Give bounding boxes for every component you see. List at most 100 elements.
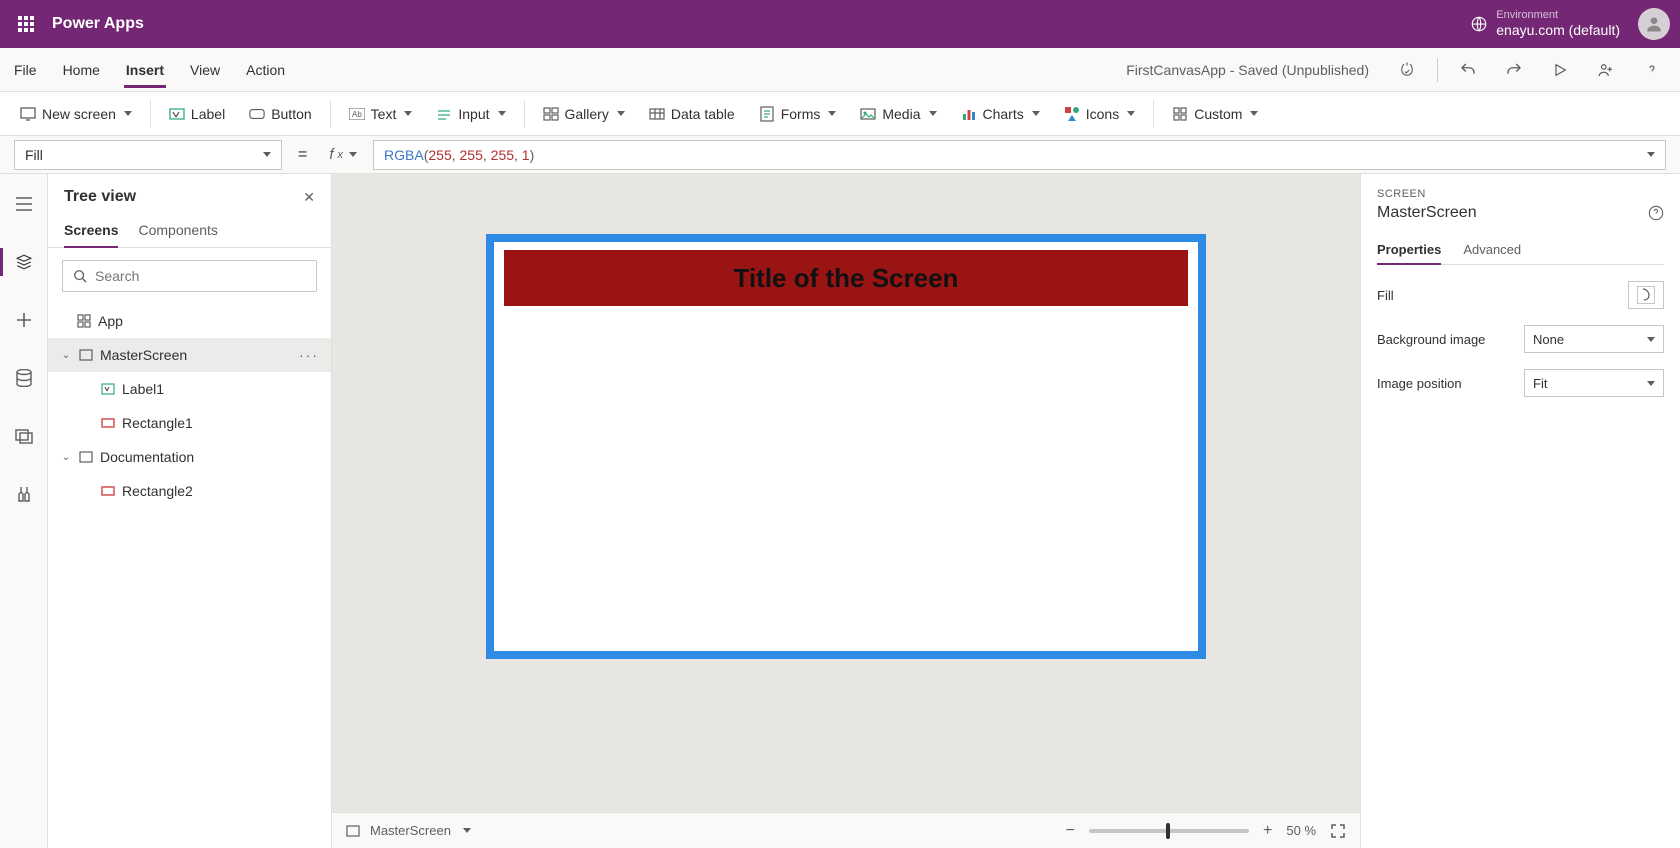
prop-bg-image-label: Background image (1377, 332, 1485, 347)
rail-tree-view-icon[interactable] (4, 242, 44, 282)
redo-icon[interactable] (1498, 54, 1530, 86)
forms-label: Forms (781, 106, 821, 122)
tab-properties[interactable]: Properties (1377, 236, 1441, 265)
screen-canvas[interactable]: Title of the Screen (486, 234, 1206, 659)
icons-button[interactable]: Icons (1054, 100, 1145, 128)
tree-item-label1[interactable]: Label1 (48, 372, 331, 406)
table-icon (649, 106, 665, 122)
rectangle-title-bar[interactable]: Title of the Screen (504, 250, 1188, 306)
chevron-down-icon[interactable] (463, 828, 471, 833)
img-position-select[interactable]: Fit (1524, 369, 1664, 397)
app-icon (76, 313, 92, 329)
left-rail (0, 174, 48, 848)
label-button[interactable]: Label (159, 100, 235, 128)
fill-color-preview (1637, 286, 1655, 304)
charts-button[interactable]: Charts (951, 100, 1050, 128)
forms-button[interactable]: Forms (749, 100, 847, 128)
prop-img-pos-label: Image position (1377, 376, 1462, 391)
formula-input[interactable]: RGBA(255, 255, 255, 1) (373, 140, 1666, 170)
play-icon[interactable] (1544, 54, 1576, 86)
separator (1437, 58, 1438, 82)
search-input[interactable] (95, 268, 306, 284)
more-icon[interactable]: ··· (299, 347, 319, 363)
waffle-icon[interactable] (10, 8, 42, 40)
separator (1153, 100, 1154, 128)
status-screen-name[interactable]: MasterScreen (370, 823, 451, 838)
tree-item-rectangle1[interactable]: Rectangle1 (48, 406, 331, 440)
bg-image-select[interactable]: None (1524, 325, 1664, 353)
tree-item-label: App (98, 313, 123, 329)
fill-color-swatch[interactable] (1628, 281, 1664, 309)
custom-button[interactable]: Custom (1162, 100, 1268, 128)
rail-media-icon[interactable] (4, 416, 44, 456)
gallery-button[interactable]: Gallery (533, 100, 635, 128)
text-icon: Ab (349, 106, 365, 122)
prop-fill-label: Fill (1377, 288, 1394, 303)
tree-view-title: Tree view (64, 188, 136, 206)
app-checker-icon[interactable] (1391, 54, 1423, 86)
tab-advanced[interactable]: Advanced (1463, 236, 1521, 264)
main-area: Tree view ✕ Screens Components App ⌄ Mas… (0, 174, 1680, 848)
rail-add-icon[interactable] (4, 300, 44, 340)
caret-icon[interactable]: ⌄ (60, 350, 72, 361)
tree-item-app[interactable]: App (48, 304, 331, 338)
tree-item-label: Documentation (100, 449, 194, 465)
menu-insert[interactable]: Insert (124, 52, 166, 88)
fit-to-window-icon[interactable] (1330, 823, 1346, 839)
text-button[interactable]: Ab Text (339, 100, 423, 128)
media-label: Media (882, 106, 920, 122)
chevron-down-icon (1647, 152, 1655, 157)
media-icon (860, 106, 876, 122)
help-icon[interactable] (1636, 54, 1668, 86)
object-type: SCREEN (1377, 188, 1664, 200)
tree-item-documentation[interactable]: ⌄ Documentation (48, 440, 331, 474)
new-screen-label: New screen (42, 106, 116, 122)
document-title: FirstCanvasApp - Saved (Unpublished) (1126, 62, 1369, 78)
property-selector[interactable]: Fill (14, 140, 282, 170)
menu-view[interactable]: View (188, 52, 222, 88)
tree-list: App ⌄ MasterScreen ··· Label1 Rectangle1… (48, 304, 331, 848)
share-icon[interactable] (1590, 54, 1622, 86)
menu-bar: File Home Insert View Action FirstCanvas… (0, 48, 1680, 92)
menu-file[interactable]: File (12, 52, 39, 88)
media-button[interactable]: Media (850, 100, 946, 128)
undo-icon[interactable] (1452, 54, 1484, 86)
rail-hamburger-icon[interactable] (4, 184, 44, 224)
environment-picker[interactable]: Environment enayu.com (default) (1470, 9, 1620, 39)
data-table-button[interactable]: Data table (639, 100, 745, 128)
environment-icon (1470, 15, 1488, 33)
tree-item-label: Rectangle2 (122, 483, 193, 499)
data-table-label: Data table (671, 106, 735, 122)
new-screen-button[interactable]: New screen (10, 100, 142, 128)
close-icon[interactable]: ✕ (303, 189, 315, 206)
tab-screens[interactable]: Screens (64, 214, 118, 248)
tab-components[interactable]: Components (138, 214, 217, 247)
avatar[interactable] (1638, 8, 1670, 40)
rail-tools-icon[interactable] (4, 474, 44, 514)
zoom-out-icon[interactable]: − (1066, 822, 1075, 840)
screen-icon (20, 106, 36, 122)
tree-item-masterscreen[interactable]: ⌄ MasterScreen ··· (48, 338, 331, 372)
fx-label[interactable]: fx (323, 146, 363, 163)
img-position-value: Fit (1533, 376, 1547, 391)
help-icon[interactable] (1648, 205, 1664, 221)
zoom-slider[interactable] (1089, 829, 1249, 833)
zoom-unit: % (1304, 823, 1316, 838)
custom-label: Custom (1194, 106, 1242, 122)
menu-action[interactable]: Action (244, 52, 287, 88)
label-icon (100, 381, 116, 397)
title-label[interactable]: Title of the Screen (734, 263, 959, 294)
search-box[interactable] (62, 260, 317, 292)
menu-home[interactable]: Home (61, 52, 102, 88)
environment-label: Environment (1496, 9, 1620, 22)
canvas-area: Title of the Screen MasterScreen − + 50 … (332, 174, 1360, 848)
button-button[interactable]: Button (239, 100, 321, 128)
input-button[interactable]: Input (426, 100, 515, 128)
property-name: Fill (25, 147, 43, 163)
chevron-down-icon (1647, 337, 1655, 342)
rail-data-icon[interactable] (4, 358, 44, 398)
caret-icon[interactable]: ⌄ (60, 452, 72, 463)
tree-item-rectangle2[interactable]: Rectangle2 (48, 474, 331, 508)
zoom-in-icon[interactable]: + (1263, 822, 1272, 840)
bg-image-value: None (1533, 332, 1564, 347)
